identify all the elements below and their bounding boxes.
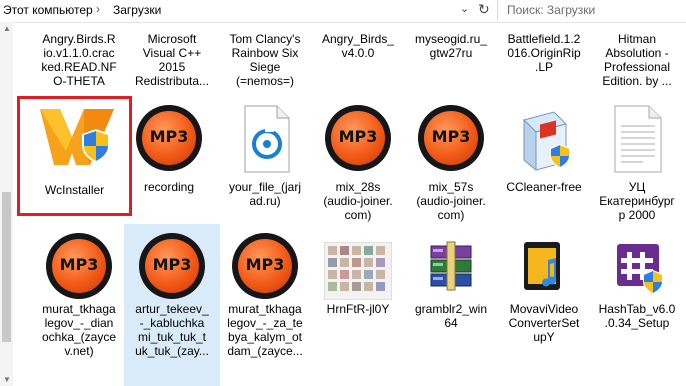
mp3-icon: MP3 <box>45 232 113 300</box>
file-name: WcInstaller <box>44 183 105 197</box>
file-name: CCleaner-free <box>506 180 582 194</box>
image-thumbnail-icon <box>323 241 393 310</box>
file-item[interactable]: MovaviVideo ConverterSet upY <box>496 224 592 384</box>
file-name: mix_28s (audio-joiner. com) <box>323 180 393 222</box>
toolbar: Этот компьютер › Загрузки ⌄ ↻ Поиск: Заг… <box>0 0 686 23</box>
file-item[interactable]: MP3 mix_28s (audio-joiner. com) <box>310 96 406 222</box>
breadcrumb-downloads[interactable]: Загрузки <box>113 3 161 17</box>
wcinstaller-icon <box>40 109 114 177</box>
file-name: MovaviVideo ConverterSet upY <box>508 302 580 344</box>
hashtab-icon <box>603 232 671 300</box>
file-name: УЦ Екатеринбург р 2000 <box>599 180 675 222</box>
file-name: Angry.Birds.R io.v1.1.0.crac ked.READ.NF… <box>41 32 117 88</box>
file-name: Battlefield.1.2 016.OriginRip .LP <box>507 32 581 74</box>
file-name: myseogid.ru_ gtw27ru <box>414 32 488 60</box>
installer-box-icon <box>510 104 578 172</box>
breadcrumb-this-pc[interactable]: Этот компьютер <box>3 3 93 17</box>
file-item[interactable]: Tom Clancy's Rainbow Six Siege (=nemos=) <box>217 32 313 94</box>
file-name: Microsoft Visual C++ 2015 Redistributa..… <box>134 32 210 88</box>
file-item[interactable]: УЦ Екатеринбург р 2000 <box>589 96 685 222</box>
file-item[interactable]: Hitman Absolution - Professional Edition… <box>589 32 685 94</box>
file-item[interactable]: Microsoft Visual C++ 2015 Redistributa..… <box>124 32 220 94</box>
file-name: HashTab_v6.0 .0.34_Setup <box>598 302 676 330</box>
file-name: Angry_Birds_ v4.0.0 <box>321 32 395 60</box>
file-item[interactable]: MP3 murat_tkhaga legov_-_za_te bya_kalym… <box>217 224 313 384</box>
mp3-icon: MP3 <box>417 104 485 172</box>
file-name: recording <box>143 180 195 194</box>
file-item[interactable]: MP3 murat_tkhaga legov_-_dian ochka_(zay… <box>31 224 127 384</box>
file-name: gramblr2_win 64 <box>414 302 488 330</box>
file-item[interactable]: MP3 mix_57s (audio-joiner. com) <box>403 96 499 222</box>
file-item[interactable]: your_file_(jarj ad.ru) <box>217 96 313 216</box>
file-item[interactable]: MP3 recording <box>121 96 217 216</box>
chevron-down-icon[interactable]: ⌄ <box>460 2 469 15</box>
file-grid: Angry.Birds.R io.v1.1.0.crac ked.READ.NF… <box>0 22 686 386</box>
mp3-icon: MP3 <box>324 104 392 172</box>
file-item[interactable]: Angry.Birds.R io.v1.1.0.crac ked.READ.NF… <box>31 32 127 94</box>
audio-file-icon <box>231 104 299 173</box>
mp3-icon: MP3 <box>231 232 299 300</box>
file-name: murat_tkhaga legov_-_dian ochka_(zayce v… <box>41 302 117 358</box>
mp3-icon: MP3 <box>135 104 203 172</box>
file-name: mix_57s (audio-joiner. com) <box>416 180 486 222</box>
file-item[interactable]: CCleaner-free <box>496 96 592 216</box>
file-item[interactable]: myseogid.ru_ gtw27ru <box>403 32 499 94</box>
file-item[interactable]: Battlefield.1.2 016.OriginRip .LP <box>496 32 592 94</box>
search-input[interactable]: Поиск: Загрузки <box>501 0 686 21</box>
file-name: HrnFtR-jl0Y <box>326 302 390 316</box>
file-item-selected[interactable]: MP3 artur_tekeev_ -_kabluchka mi_tuk_tuk… <box>124 224 220 386</box>
file-item[interactable]: HrnFtR-jl0Y <box>310 224 406 384</box>
file-item-wcinstaller[interactable]: WcInstaller <box>17 96 132 216</box>
file-item[interactable]: HashTab_v6.0 .0.34_Setup <box>589 224 685 384</box>
file-name: murat_tkhaga legov_-_za_te bya_kalym_ot … <box>227 302 303 358</box>
refresh-icon[interactable]: ↻ <box>478 1 490 18</box>
file-name: Tom Clancy's Rainbow Six Siege (=nemos=) <box>229 32 301 88</box>
movavi-icon <box>510 232 578 300</box>
file-item[interactable]: gramblr2_win 64 <box>403 224 499 384</box>
document-icon <box>603 104 671 173</box>
file-name: Hitman Absolution - Professional Edition… <box>602 32 672 88</box>
address-bar[interactable]: Этот компьютер › Загрузки ⌄ ↻ <box>0 0 498 21</box>
file-item[interactable]: Angry_Birds_ v4.0.0 <box>310 32 406 94</box>
winrar-archive-icon <box>417 232 485 300</box>
file-name: artur_tekeev_ -_kabluchka mi_tuk_tuk_t u… <box>135 302 209 358</box>
file-name: your_file_(jarj ad.ru) <box>228 180 302 208</box>
breadcrumb-separator-icon[interactable]: › <box>96 2 100 16</box>
mp3-icon: MP3 <box>138 232 206 300</box>
